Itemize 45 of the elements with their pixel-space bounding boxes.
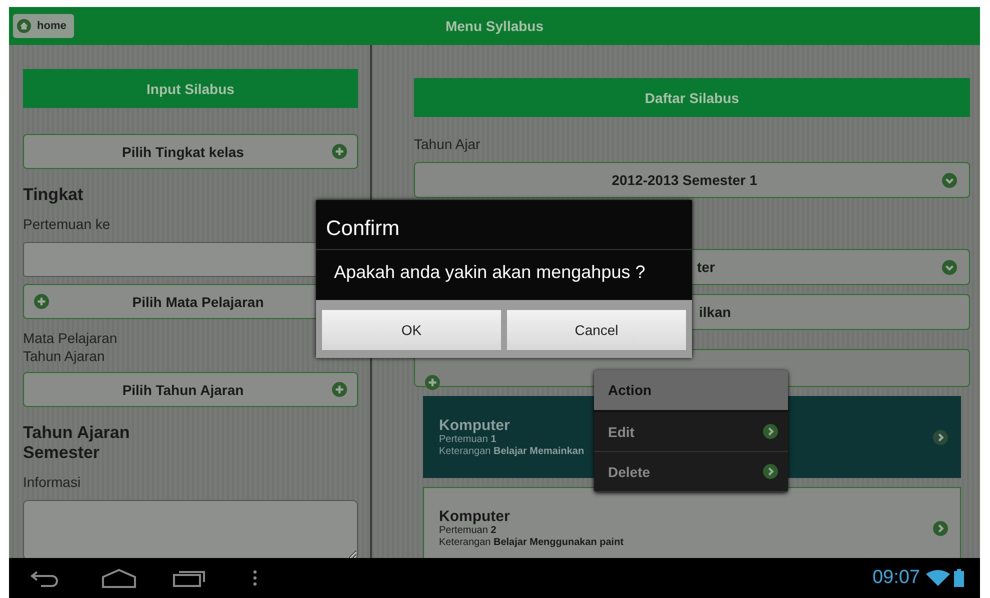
panel-header: Daftar Silabus — [414, 78, 970, 117]
item-note: Keterangan Belajar Memainkan — [439, 446, 584, 458]
field-label: Informasi — [23, 473, 82, 491]
dialog-title: Confirm — [316, 200, 692, 250]
section-heading: Semester — [23, 443, 101, 463]
picker-button[interactable]: Pilih Tingkat kelas — [23, 134, 358, 169]
house-icon — [17, 19, 31, 33]
item-note: Keterangan Belajar Menggunakan paint — [439, 536, 624, 548]
chevron-down-icon — [942, 260, 957, 274]
field-label: Tahun Ajaran — [23, 347, 106, 365]
menu-dots-icon[interactable] — [253, 570, 257, 586]
recent-apps-icon[interactable] — [173, 569, 207, 587]
item-title: Komputer — [439, 508, 510, 524]
chevron-right-icon — [933, 430, 948, 444]
menu-item[interactable]: Delete — [594, 452, 788, 492]
chevron-right-icon — [933, 520, 948, 536]
screen-title: Menu Syllabus — [445, 18, 544, 34]
section-heading: Tingkat — [23, 185, 84, 205]
field-label: Mata Pelajaran — [23, 329, 118, 347]
home-button[interactable]: home — [13, 14, 74, 38]
plus-circle-icon — [332, 382, 347, 397]
plus-circle-icon — [332, 144, 347, 159]
syllabus-list-item[interactable]: Komputer Pertemuan 2 Keterangan Belajar Menggunakan paint — [423, 487, 961, 558]
menu-item[interactable]: Edit — [594, 412, 788, 452]
dialog-button[interactable]: OK — [322, 310, 501, 350]
picker-button[interactable]: Pilih Tahun Ajaran — [23, 372, 358, 407]
battery-icon — [954, 569, 964, 587]
panel-header: Input Silabus — [23, 69, 358, 108]
chevron-down-icon — [942, 172, 957, 188]
section-heading: Tahun Ajaran — [23, 423, 131, 443]
home-icon[interactable] — [101, 568, 137, 588]
wifi-icon — [926, 570, 950, 586]
item-meeting: Pertemuan 1 — [439, 434, 496, 446]
clock: 09:07 — [872, 567, 920, 589]
year-dropdown[interactable]: 2012-2013 Semester 1 — [414, 162, 970, 198]
item-title: Komputer — [439, 416, 510, 434]
back-icon[interactable] — [29, 569, 61, 587]
chevron-right-icon — [763, 424, 778, 439]
menu-title: Action — [594, 370, 788, 412]
plus-circle-icon — [34, 294, 49, 309]
collapse-icon — [425, 375, 440, 390]
chevron-right-icon — [763, 464, 778, 479]
item-meeting: Pertemuan 2 — [439, 524, 496, 536]
dialog-button[interactable]: Cancel — [507, 310, 686, 350]
field-label: Tahun Ajar — [414, 135, 482, 153]
